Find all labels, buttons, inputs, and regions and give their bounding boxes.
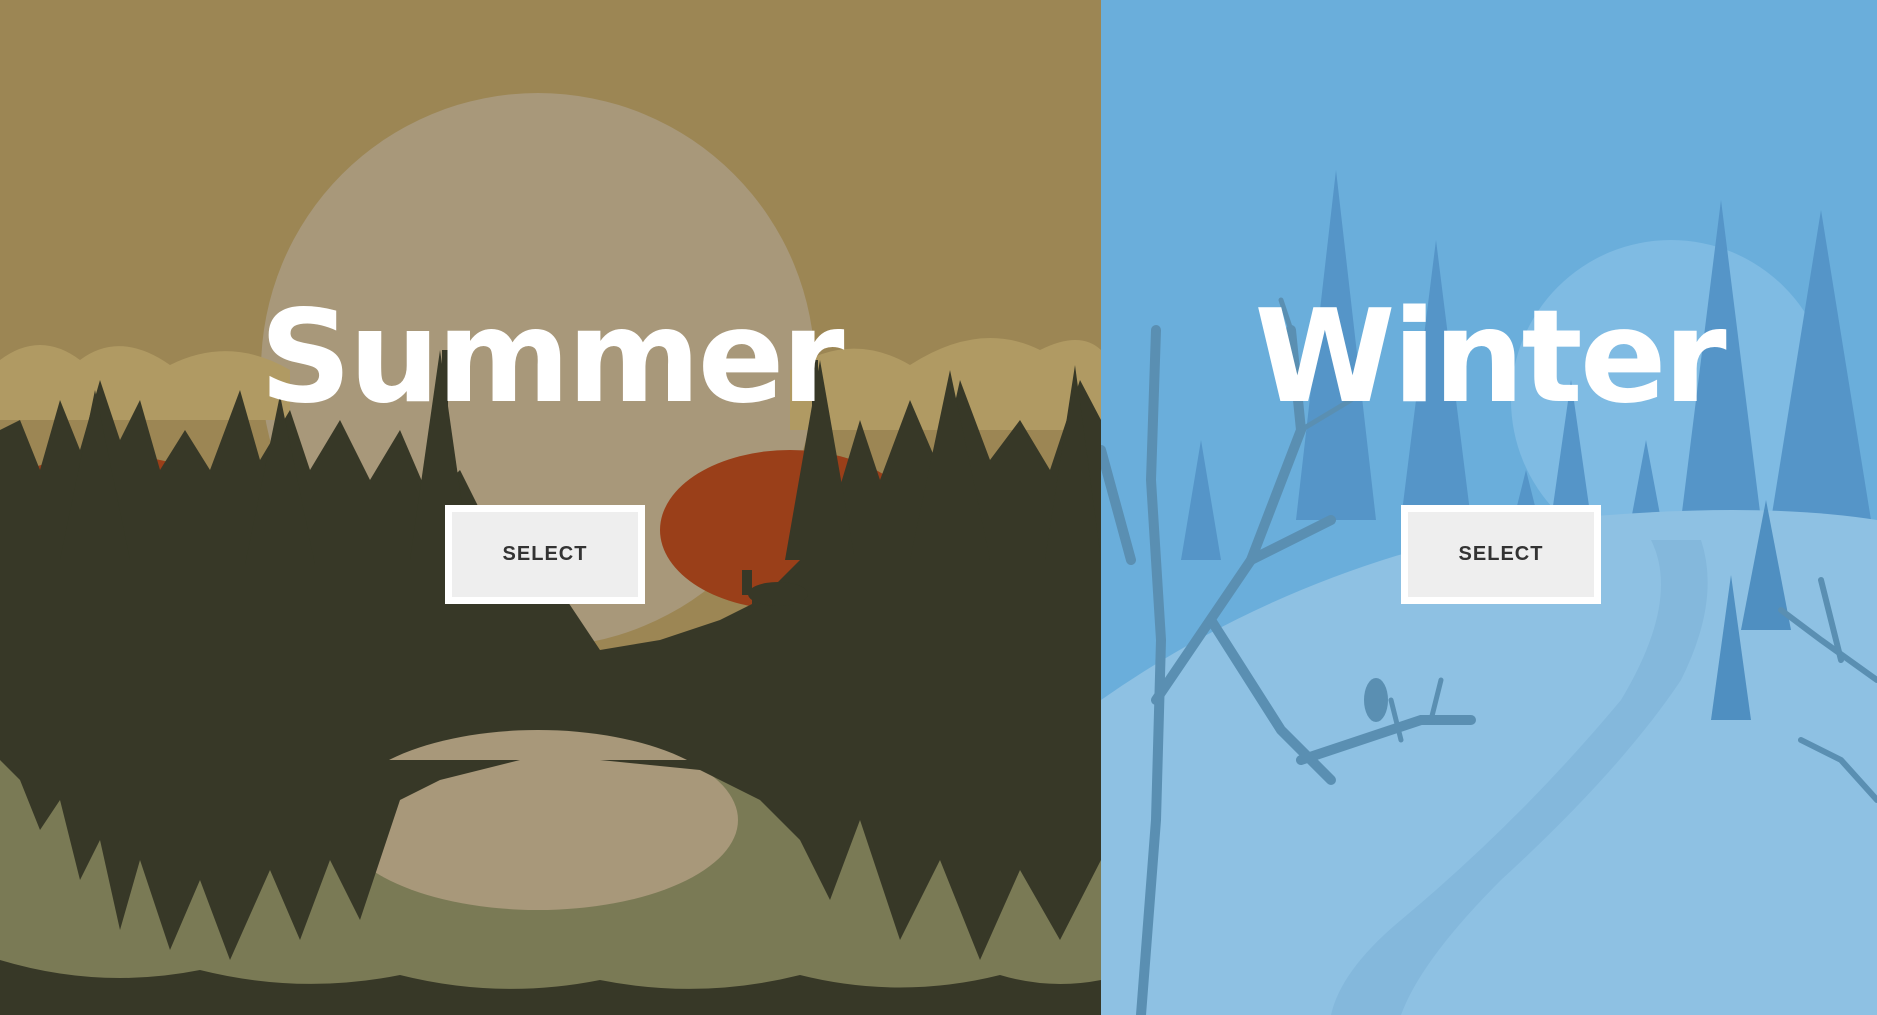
summer-select-button[interactable]: SELECT — [445, 505, 645, 604]
season-selector: Summer SELECT Winter SELECT — [0, 0, 1877, 1015]
winter-panel[interactable]: Winter SELECT — [1101, 0, 1877, 1015]
summer-title: Summer — [259, 283, 845, 432]
winter-panel-content: Winter SELECT — [1101, 0, 1877, 1015]
winter-select-button[interactable]: SELECT — [1401, 505, 1601, 604]
summer-panel-content: Summer SELECT — [0, 0, 1101, 1015]
summer-panel[interactable]: Summer SELECT — [0, 0, 1101, 1015]
winter-title: Winter — [1254, 283, 1726, 432]
